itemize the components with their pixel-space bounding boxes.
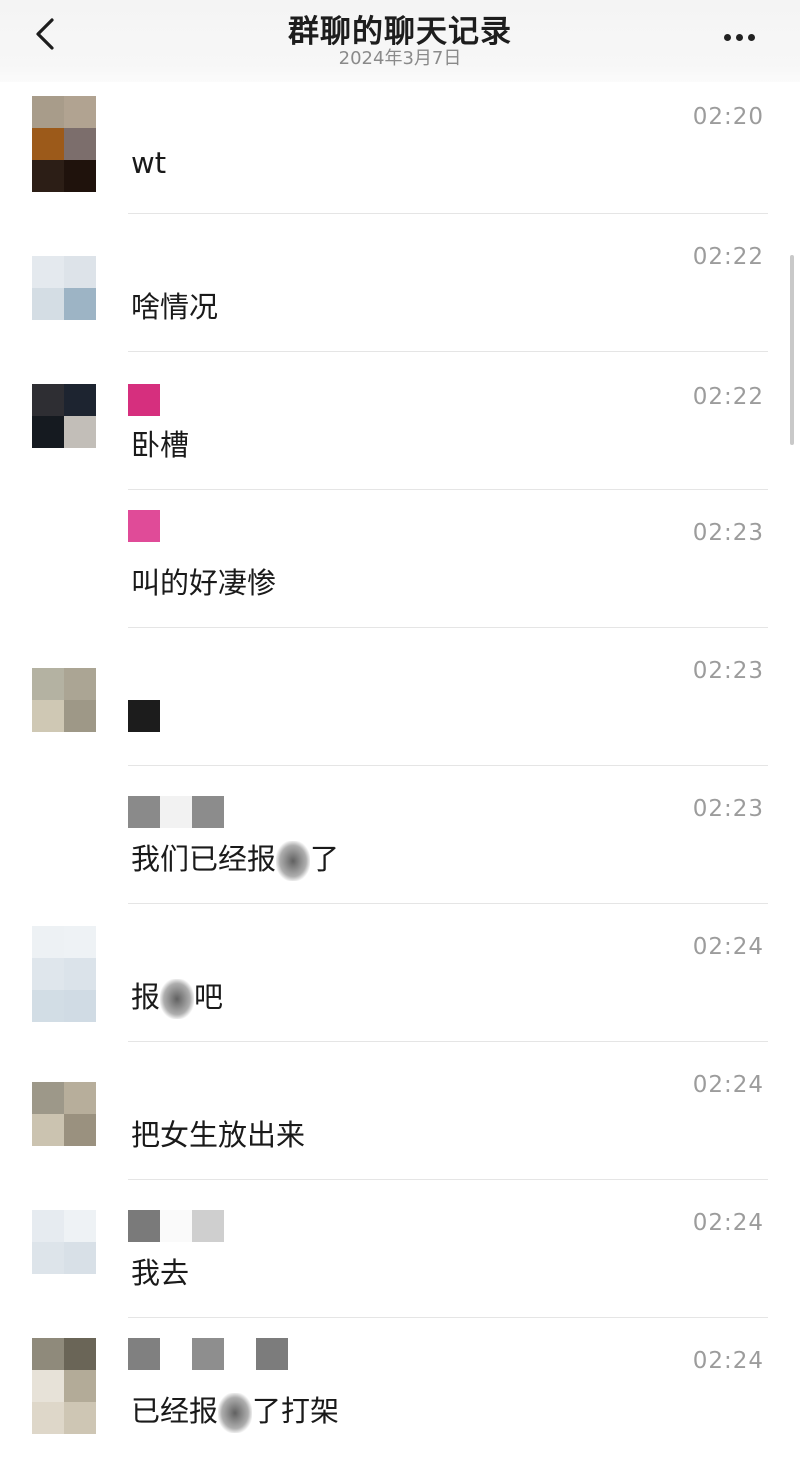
chat-header: 群聊的聊天记录 2024年3月7日 xyxy=(0,0,800,82)
message-text: 报吧 xyxy=(131,974,223,1019)
page-date: 2024年3月7日 xyxy=(338,48,462,69)
divider xyxy=(128,627,768,628)
chat-message: 02:24 已经报 了打架 xyxy=(0,1338,800,1484)
censored-mark xyxy=(276,841,311,881)
message-time: 02:20 xyxy=(692,104,764,130)
divider xyxy=(128,903,768,904)
sender-nickname[interactable] xyxy=(128,384,160,416)
censored-mark xyxy=(160,979,195,1019)
more-dots-icon xyxy=(724,34,731,41)
message-time: 02:24 xyxy=(692,1072,764,1098)
divider xyxy=(128,1317,768,1318)
sender-nickname[interactable] xyxy=(128,1210,224,1242)
divider xyxy=(128,489,768,490)
message-time: 02:23 xyxy=(692,796,764,822)
divider xyxy=(128,765,768,766)
message-time: 02:23 xyxy=(692,658,764,684)
chat-message: 02:24 报吧 xyxy=(0,926,800,1070)
avatar[interactable] xyxy=(32,384,96,448)
avatar[interactable] xyxy=(32,256,96,320)
avatar[interactable] xyxy=(32,1338,96,1434)
message-time: 02:22 xyxy=(692,244,764,270)
chat-message: 02:23 我们已经报了 xyxy=(0,794,800,932)
message-time: 02:23 xyxy=(692,520,764,546)
message-time: 02:22 xyxy=(692,384,764,410)
message-text: 我们已经报了 xyxy=(131,836,339,881)
sender-nickname[interactable] xyxy=(128,796,224,828)
divider xyxy=(128,1041,768,1042)
sender-nickname[interactable] xyxy=(128,510,160,542)
message-time: 02:24 xyxy=(692,1210,764,1236)
avatar[interactable] xyxy=(32,926,96,1022)
message-time: 02:24 xyxy=(692,1348,764,1374)
chat-message: 02:24 把女生放出来 xyxy=(0,1070,800,1208)
divider xyxy=(128,1179,768,1180)
chat-message: 02:22 啥情况 xyxy=(0,240,800,378)
avatar[interactable] xyxy=(32,1210,96,1274)
chat-message: 02:24 我去 xyxy=(0,1208,800,1346)
chat-message: 02:20 wt xyxy=(0,96,800,238)
chat-message: 02:23 叫的好凄惨 xyxy=(0,510,800,656)
divider xyxy=(128,213,768,214)
message-text: 卧槽 xyxy=(131,428,190,462)
avatar[interactable] xyxy=(32,668,96,732)
message-time: 02:24 xyxy=(692,934,764,960)
message-text: 我去 xyxy=(131,1256,190,1290)
chat-message: 02:23 xyxy=(0,656,800,794)
message-text: 已经报 了打架 xyxy=(131,1388,339,1433)
more-button[interactable] xyxy=(724,26,764,46)
sender-nickname[interactable] xyxy=(128,1338,288,1370)
message-text: 把女生放出来 xyxy=(131,1118,306,1152)
message-text: wt xyxy=(131,146,167,180)
message-sticker[interactable] xyxy=(128,700,160,732)
avatar[interactable] xyxy=(32,96,96,192)
divider xyxy=(128,351,768,352)
scrollbar[interactable] xyxy=(790,255,794,445)
chat-message: 02:22 卧槽 xyxy=(0,380,800,518)
censored-mark xyxy=(218,1393,253,1433)
message-text: 啥情况 xyxy=(131,290,219,324)
message-text: 叫的好凄惨 xyxy=(131,566,277,600)
avatar[interactable] xyxy=(32,1082,96,1146)
